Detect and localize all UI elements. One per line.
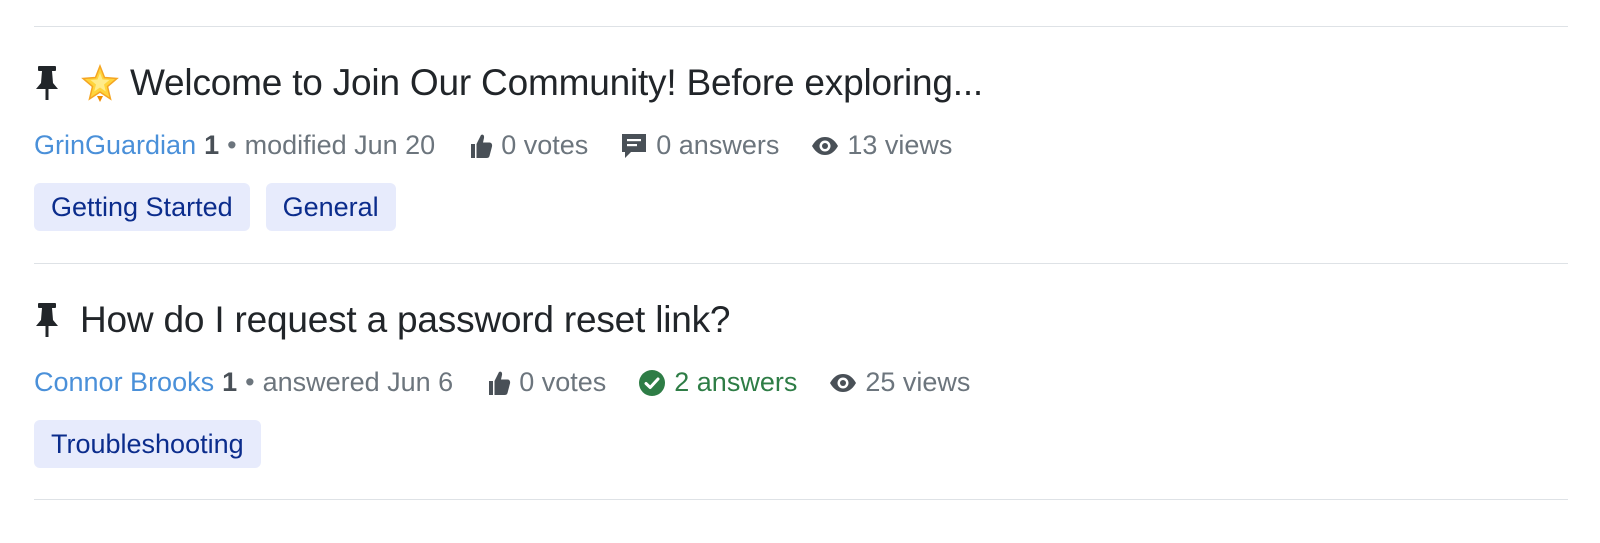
- tag-general[interactable]: General: [265, 183, 396, 231]
- thumbs-up-icon: [471, 134, 493, 158]
- pin-icon: [34, 300, 66, 340]
- question-item: How do I request a password reset link? …: [34, 237, 1568, 473]
- author-link[interactable]: Connor Brooks: [34, 367, 214, 398]
- thumbs-up-icon: [489, 371, 511, 395]
- answers-stat: 2 answers: [638, 367, 797, 398]
- separator-dot: •: [227, 130, 237, 160]
- comment-icon: [622, 133, 647, 158]
- views-count: 25 views: [865, 367, 971, 397]
- tag-getting-started[interactable]: Getting Started: [34, 183, 250, 231]
- divider: [34, 499, 1568, 500]
- question-title-link[interactable]: Welcome to Join Our Community! Before ex…: [130, 62, 983, 104]
- check-circle-icon: [639, 369, 666, 396]
- views-count: 13 views: [847, 130, 953, 160]
- views-stat: 25 views: [829, 367, 970, 398]
- votes-count: 0 votes: [519, 367, 607, 397]
- question-title-row: How do I request a password reset link?: [34, 299, 731, 341]
- activity-text: modified Jun 20: [244, 130, 436, 160]
- question-title-link[interactable]: How do I request a password reset link?: [80, 299, 731, 341]
- separator-dot: •: [245, 367, 255, 397]
- views-stat: 13 views: [811, 130, 952, 161]
- reputation-score: 1: [222, 367, 238, 397]
- question-title-row: Welcome to Join Our Community! Before ex…: [34, 62, 983, 104]
- tag-troubleshooting[interactable]: Troubleshooting: [34, 420, 261, 468]
- question-item: Welcome to Join Our Community! Before ex…: [34, 0, 1568, 237]
- question-meta: GrinGuardian 1 • modified Jun 20 0 votes…: [34, 130, 952, 161]
- votes-count: 0 votes: [501, 130, 589, 160]
- answers-count: 2 answers: [674, 367, 798, 397]
- votes-stat: 0 votes: [487, 367, 606, 398]
- eye-icon: [812, 136, 839, 155]
- pin-icon: [34, 63, 66, 103]
- eye-icon: [830, 373, 857, 392]
- star-icon: [80, 63, 120, 103]
- answers-count: 0 answers: [656, 130, 780, 160]
- author-link[interactable]: GrinGuardian: [34, 130, 196, 161]
- tag-list: Troubleshooting: [34, 420, 261, 468]
- reputation-score: 1: [204, 130, 220, 160]
- question-list: Welcome to Join Our Community! Before ex…: [34, 0, 1568, 500]
- votes-stat: 0 votes: [469, 130, 588, 161]
- activity-text: answered Jun 6: [262, 367, 454, 397]
- tag-list: Getting Started General: [34, 183, 396, 231]
- question-meta: Connor Brooks 1 • answered Jun 6 0 votes…: [34, 367, 970, 398]
- answers-stat: 0 answers: [620, 130, 779, 161]
